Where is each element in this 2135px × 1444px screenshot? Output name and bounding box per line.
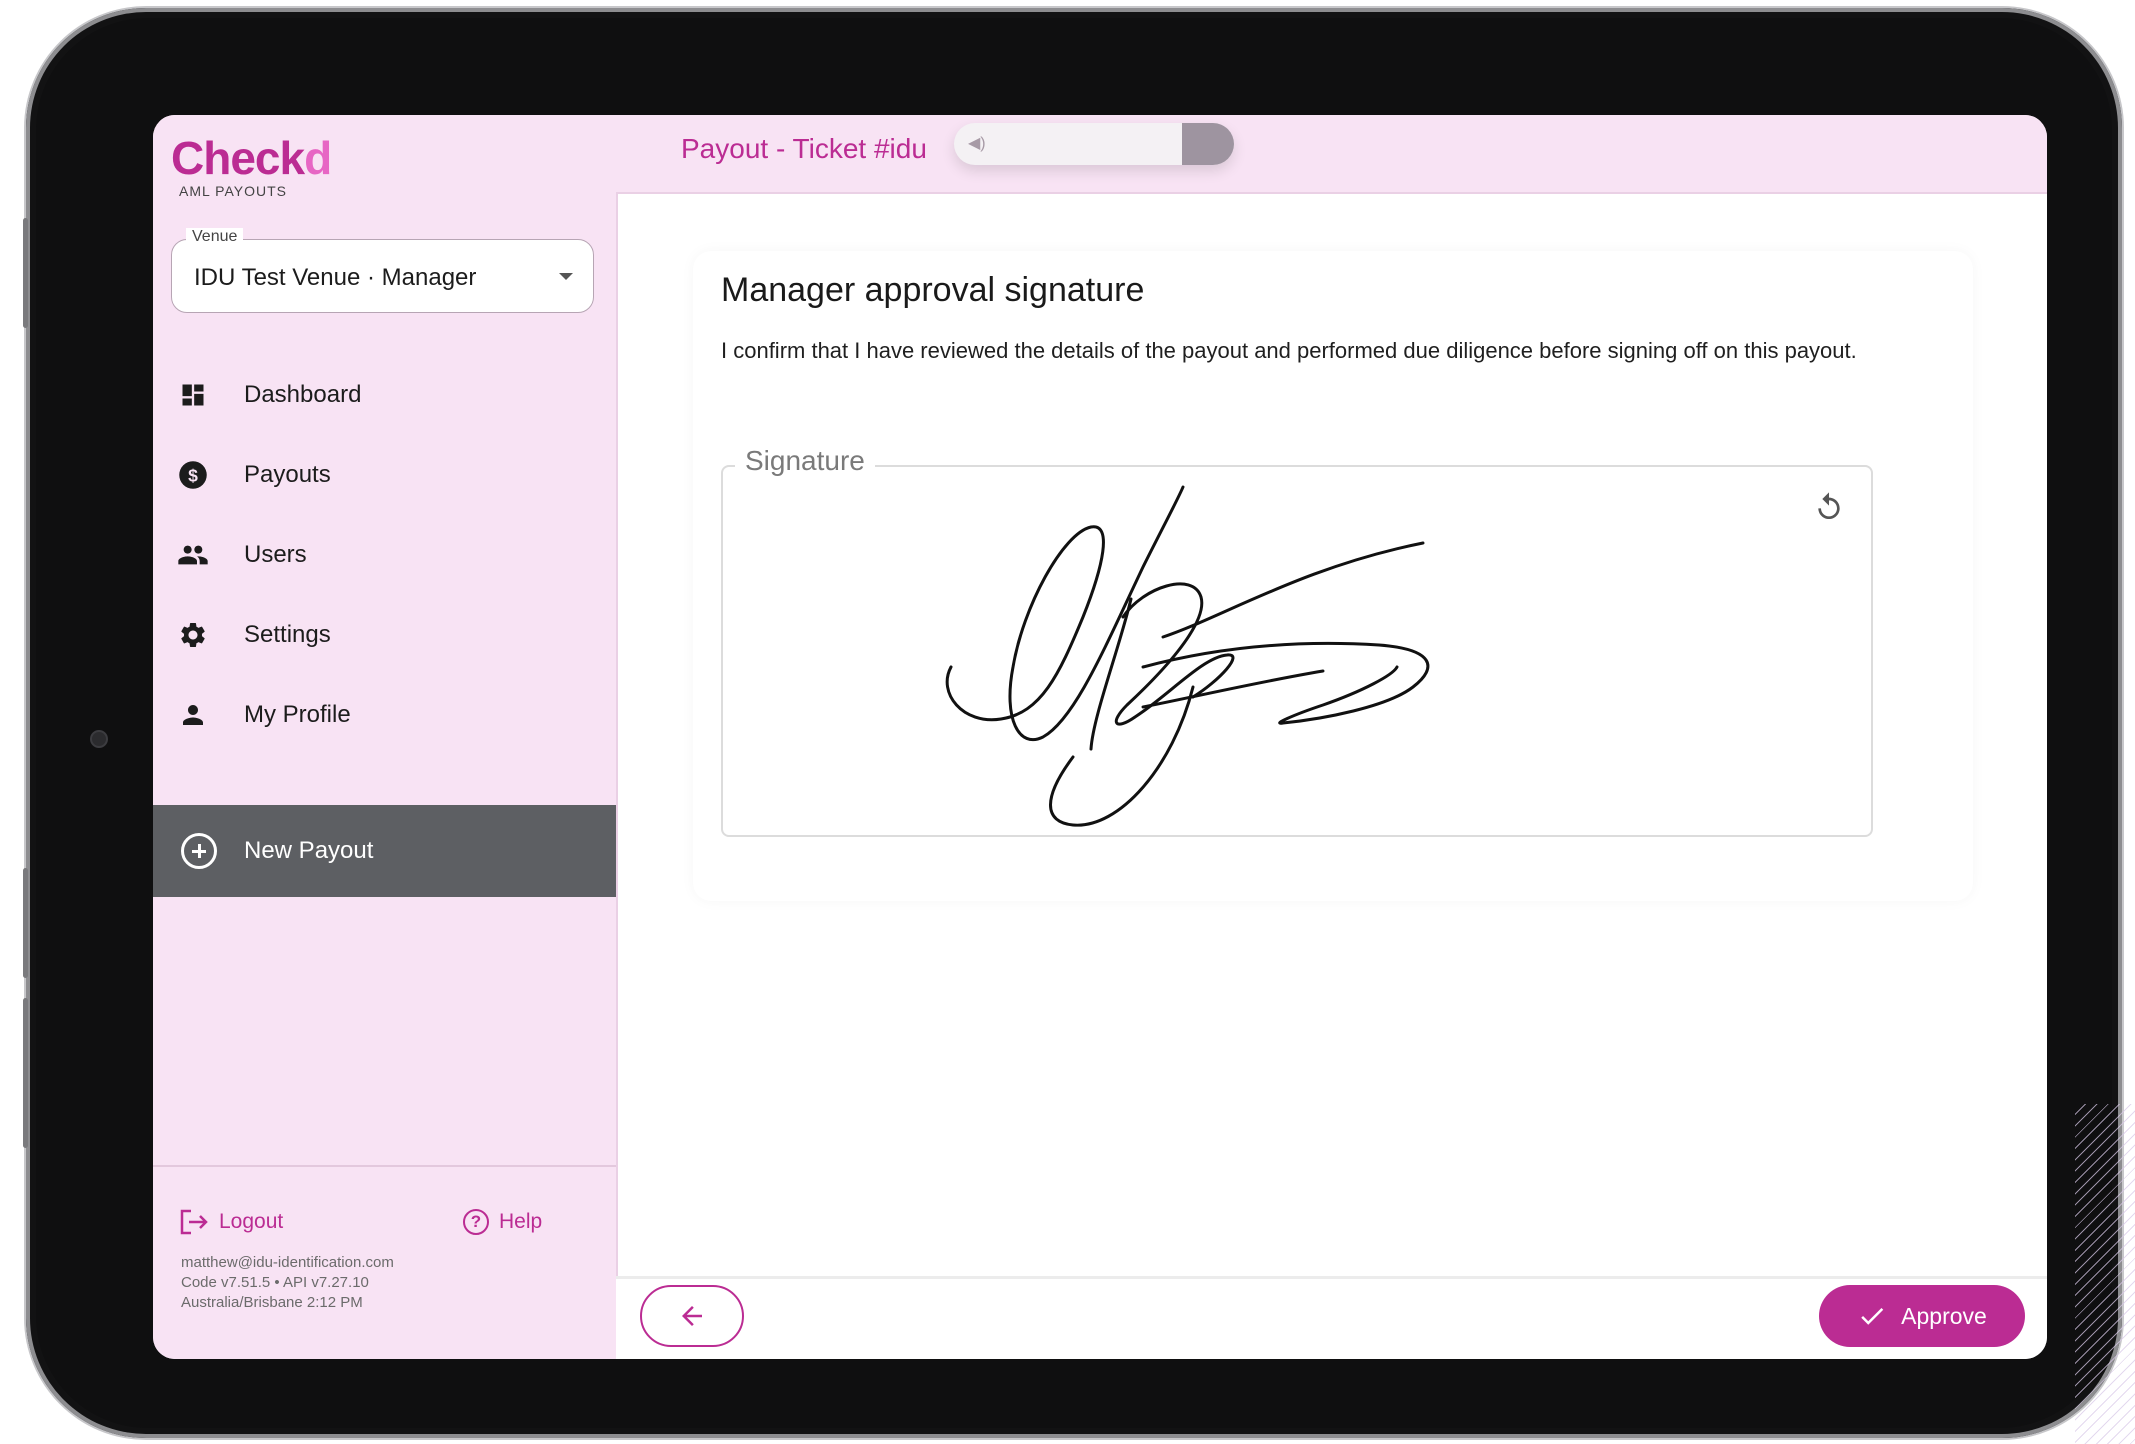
brand-subtitle: AML PAYOUTS [179, 183, 287, 199]
app-screen: Checkd AML PAYOUTS Venue IDU Test Venue … [153, 115, 2047, 1359]
logout-label: Logout [219, 1210, 284, 1233]
speaker-icon: ◀) [968, 135, 986, 152]
person-icon [177, 699, 209, 731]
timezone-time: Australia/Brisbane 2:12 PM [181, 1294, 363, 1311]
approve-label: Approve [1901, 1302, 1987, 1329]
volume-level [1182, 123, 1234, 165]
header-bar: Payout - Ticket #idu ◀) [616, 115, 2047, 194]
check-icon [1861, 1307, 1884, 1325]
approval-card: Manager approval signature I confirm tha… [693, 251, 1973, 901]
decorative-lines [2075, 1104, 2135, 1444]
sidebar-item-payouts[interactable]: $ Payouts [153, 435, 616, 515]
new-payout-button[interactable]: New Payout [153, 805, 616, 897]
help-link[interactable]: ? Help [463, 1209, 542, 1235]
help-label: Help [499, 1210, 543, 1233]
brand-name: Checkd [171, 132, 332, 184]
logout-link[interactable]: Logout [179, 1209, 283, 1235]
tablet-frame: Checkd AML PAYOUTS Venue IDU Test Venue … [23, 8, 2122, 1438]
user-email: matthew@idu-identification.com [181, 1254, 394, 1271]
sidebar-item-my-profile[interactable]: My Profile [153, 675, 616, 755]
add-circle-icon [181, 833, 217, 869]
page-title: Payout - Ticket #idu [681, 133, 927, 164]
venue-label: Venue [186, 228, 244, 246]
venue-value: IDU Test Venue · Manager [194, 264, 477, 291]
card-title: Manager approval signature [721, 271, 1145, 309]
sidebar-nav: Dashboard $ Payouts Users Settings My Pr… [153, 355, 616, 755]
signature-pad[interactable]: Signature [721, 445, 1873, 837]
logout-icon [180, 1209, 208, 1235]
sidebar-item-label: Payouts [244, 461, 331, 488]
sidebar-item-label: Settings [244, 621, 331, 648]
svg-text:$: $ [188, 465, 198, 485]
signature-drawing [945, 485, 1430, 827]
sidebar-item-label: My Profile [244, 701, 351, 728]
caret-down-icon [559, 273, 573, 280]
help-icon: ? [463, 1209, 489, 1235]
version-info: Code v7.51.5 • API v7.27.10 [181, 1274, 369, 1291]
users-icon [177, 539, 209, 571]
venue-select[interactable]: Venue IDU Test Venue · Manager [171, 228, 594, 313]
sidebar-item-settings[interactable]: Settings [153, 595, 616, 675]
sidebar-item-users[interactable]: Users [153, 515, 616, 595]
back-button[interactable] [640, 1285, 744, 1347]
new-payout-label: New Payout [244, 837, 374, 864]
sidebar: Checkd AML PAYOUTS Venue IDU Test Venue … [153, 115, 618, 1359]
camera-icon [90, 730, 108, 748]
volume-indicator: ◀) [954, 123, 1234, 165]
dashboard-icon [177, 379, 209, 411]
sidebar-item-label: Users [244, 541, 307, 568]
brand-logo: Checkd AML PAYOUTS [171, 132, 332, 199]
confirmation-text: I confirm that I have reviewed the detai… [721, 338, 1857, 363]
sidebar-item-label: Dashboard [244, 381, 362, 408]
hardware-button [23, 998, 28, 1148]
arrow-left-icon [682, 1306, 702, 1326]
hardware-button [23, 868, 28, 978]
gear-icon [177, 619, 209, 651]
sidebar-footer: Logout ? Help matthew@idu-identification… [153, 1165, 616, 1311]
action-bar: Approve [616, 1276, 2047, 1359]
dollar-icon: $ [177, 459, 209, 491]
approve-button[interactable]: Approve [1819, 1285, 2025, 1347]
session-info: matthew@idu-identification.com Code v7.5… [181, 1253, 394, 1313]
sidebar-item-dashboard[interactable]: Dashboard [153, 355, 616, 435]
hardware-button [23, 218, 28, 328]
